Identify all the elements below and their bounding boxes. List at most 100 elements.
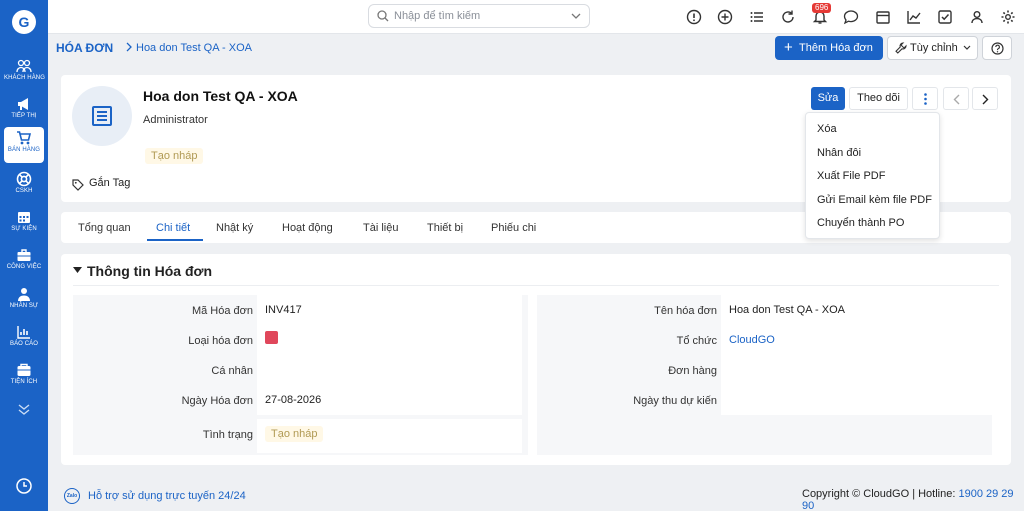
chevron-left-icon	[953, 94, 960, 105]
chat-icon[interactable]	[843, 9, 859, 25]
expand-more-icon[interactable]	[16, 403, 32, 417]
next-record-button[interactable]	[972, 87, 998, 110]
field-value-invoice-code: INV417	[257, 295, 522, 325]
tab-overview[interactable]: Tổng quan	[78, 222, 131, 234]
section-title: Thông tin Hóa đơn	[87, 263, 213, 279]
plus-icon: +	[784, 39, 793, 56]
cloudgo-logo[interactable]: G	[12, 10, 36, 34]
menu-item-duplicate[interactable]: Nhân đôi	[817, 147, 861, 159]
sidebar-item-customers[interactable]: KHÁCH HÀNG	[4, 55, 46, 91]
sidebar-item-label: NHÂN SỰ	[9, 303, 39, 309]
more-actions-button[interactable]	[912, 87, 938, 110]
sidebar-item-utilities[interactable]: TIỆN ÍCH	[4, 359, 44, 395]
add-tag-link[interactable]: Gắn Tag	[89, 177, 130, 189]
record-owner: Administrator	[143, 114, 208, 126]
zalo-icon[interactable]: Zalo	[64, 488, 80, 504]
calendar-top-icon[interactable]	[875, 9, 891, 25]
refresh-icon[interactable]	[780, 9, 796, 25]
help-icon	[991, 42, 1004, 55]
tag-icon	[72, 179, 84, 191]
clock-icon[interactable]	[15, 477, 33, 495]
follow-button[interactable]: Theo dõi	[849, 87, 908, 110]
breadcrumb-current: Hoa don Test QA - XOA	[136, 42, 252, 54]
sidebar-item-label: BÁN HÀNG	[7, 147, 41, 153]
menu-item-export-pdf[interactable]: Xuất File PDF	[817, 170, 885, 182]
field-value-invoice-type	[257, 325, 522, 355]
status-badge: Tạo nháp	[265, 426, 324, 442]
sidebar-item-label: KHÁCH HÀNG	[4, 75, 46, 81]
top-bar: Nhập để tìm kiếm 696	[48, 0, 1024, 34]
report-icon	[17, 326, 30, 339]
lifebuoy-icon	[16, 171, 32, 187]
menu-item-convert-po[interactable]: Chuyển thành PO	[817, 217, 904, 229]
breadcrumb-root[interactable]: HÓA ĐƠN	[56, 41, 113, 55]
sidebar-item-hr[interactable]: NHÂN SỰ	[4, 283, 44, 319]
field-value-order	[721, 355, 992, 385]
tab-details[interactable]: Chi tiết	[156, 222, 190, 234]
field-value-individual	[257, 355, 522, 385]
field-label: Ngày Hóa đơn	[181, 395, 253, 407]
add-circle-icon[interactable]	[717, 9, 733, 25]
menu-item-delete[interactable]: Xóa	[817, 123, 837, 135]
search-input[interactable]: Nhập để tìm kiếm	[394, 10, 480, 22]
sidebar-item-label: TIỆN ÍCH	[10, 379, 38, 385]
add-invoice-button[interactable]: + Thêm Hóa đơn	[775, 36, 883, 60]
invoice-info-section: Thông tin Hóa đơn Mã Hóa đơn INV417 Loại…	[61, 254, 1011, 465]
field-label: Tổ chức	[676, 335, 717, 347]
field-label: Mã Hóa đơn	[191, 305, 253, 317]
chevron-right-icon	[126, 42, 132, 52]
field-value-status: Tạo nháp	[257, 419, 522, 453]
chart-icon[interactable]	[906, 9, 922, 25]
search-box[interactable]: Nhập để tìm kiếm	[368, 4, 590, 28]
invoice-type-swatch	[265, 331, 278, 344]
chevron-right-icon	[982, 94, 989, 105]
caret-down-icon[interactable]	[73, 267, 82, 273]
tab-payment-slips[interactable]: Phiếu chi	[491, 222, 536, 234]
chevron-down-icon	[571, 13, 581, 19]
sidebar-item-sales[interactable]: BÁN HÀNG	[4, 127, 44, 163]
field-value-invoice-name: Hoa don Test QA - XOA	[721, 295, 992, 325]
sidebar-item-events[interactable]: SỰ KIỆN	[4, 206, 44, 242]
previous-record-button[interactable]	[943, 87, 969, 110]
customers-icon	[16, 59, 32, 73]
help-button[interactable]	[982, 36, 1012, 60]
task-check-icon[interactable]	[937, 9, 953, 25]
left-fields: Mã Hóa đơn INV417 Loại hóa đơn Cá nhân N…	[73, 295, 528, 455]
sidebar-item-reports[interactable]: BÁO CÁO	[4, 321, 44, 357]
briefcase-icon	[17, 249, 31, 261]
person-icon	[18, 288, 30, 301]
user-icon[interactable]	[969, 9, 985, 25]
sidebar-item-label: BÁO CÁO	[9, 341, 39, 347]
list-icon[interactable]	[749, 9, 765, 25]
record-title: Hoa don Test QA - XOA	[143, 88, 298, 104]
divider	[73, 285, 999, 286]
calendar-icon	[18, 212, 30, 223]
tab-log[interactable]: Nhật ký	[216, 222, 253, 234]
tab-devices[interactable]: Thiết bị	[427, 222, 463, 234]
sidebar-item-cskh[interactable]: CSKH	[4, 168, 44, 204]
support-link[interactable]: Hỗ trợ sử dụng trực tuyến 24/24	[88, 490, 246, 502]
utilities-icon	[17, 363, 31, 376]
tab-documents[interactable]: Tài liệu	[363, 222, 398, 234]
gear-icon[interactable]	[1000, 9, 1016, 25]
sidebar-item-marketing[interactable]: TIẾP THỊ	[4, 93, 44, 129]
status-badge: Tạo nháp	[145, 148, 204, 164]
sidebar-item-label: CÔNG VIỆC	[6, 264, 42, 270]
field-label: Đơn hàng	[668, 365, 717, 377]
field-label: Cá nhân	[211, 365, 253, 377]
megaphone-icon	[18, 98, 28, 110]
field-label: Tình trạng	[202, 429, 253, 441]
sidebar-item-tasks[interactable]: CÔNG VIỆC	[4, 244, 44, 280]
wrench-icon	[895, 42, 907, 54]
sidebar-item-label: SỰ KIỆN	[11, 226, 37, 232]
menu-item-email-pdf[interactable]: Gửi Email kèm file PDF	[817, 194, 932, 206]
customize-button[interactable]: Tùy chỉnh	[887, 36, 978, 60]
edit-button[interactable]: Sửa	[811, 87, 845, 110]
organization-link[interactable]: CloudGO	[729, 334, 775, 346]
record-avatar	[72, 86, 132, 146]
alert-icon[interactable]	[686, 9, 702, 25]
tab-activity[interactable]: Hoạt động	[282, 222, 333, 234]
chevron-down-icon	[963, 45, 971, 50]
cart-icon	[17, 131, 32, 145]
field-label: Tên hóa đơn	[654, 305, 717, 317]
